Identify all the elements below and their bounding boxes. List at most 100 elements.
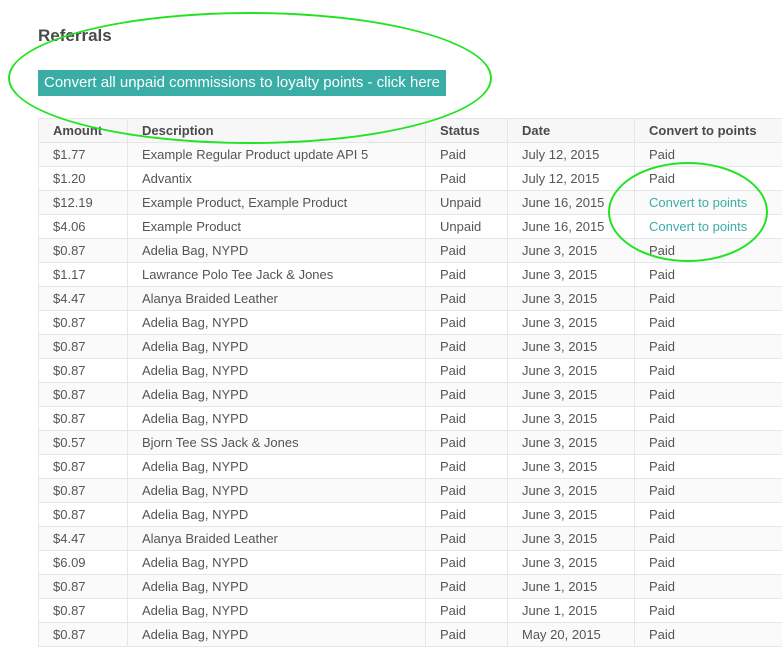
cell-description: Example Product	[127, 214, 426, 239]
table-row: $0.87 Adelia Bag, NYPD Paid June 3, 2015 Pai…	[38, 382, 782, 407]
table-row: $0.87 Adelia Bag, NYPD Paid June 3, 2015 Pai…	[38, 334, 782, 359]
cell-convert-to-points: Paid	[634, 310, 782, 335]
cell-amount: $1.20	[38, 166, 128, 191]
cell-date: July 12, 2015	[507, 166, 635, 191]
table-row: $0.87 Adelia Bag, NYPD Paid June 3, 2015 Pai…	[38, 478, 782, 503]
cell-status: Paid	[425, 166, 508, 191]
cell-convert-to-points: Paid	[634, 526, 782, 551]
cell-amount: $0.87	[38, 358, 128, 383]
cell-date: May 20, 2015	[507, 622, 635, 647]
table-row: $4.47 Alanya Braided Leather Paid June 3, 2…	[38, 526, 782, 551]
cell-date: June 3, 2015	[507, 454, 635, 479]
cell-convert-to-points[interactable]: Convert to points	[634, 190, 782, 215]
cell-date: June 3, 2015	[507, 238, 635, 263]
table-row: $0.57 Bjorn Tee SS Jack & Jones Paid June 3…	[38, 430, 782, 455]
cell-convert-to-points: Paid	[634, 622, 782, 647]
cell-status: Paid	[425, 142, 508, 167]
cell-amount: $0.87	[38, 502, 128, 527]
cell-status: Paid	[425, 550, 508, 575]
cell-description: Bjorn Tee SS Jack & Jones	[127, 430, 426, 455]
cell-convert-to-points: Paid	[634, 142, 782, 167]
cell-status: Paid	[425, 454, 508, 479]
cell-amount: $0.87	[38, 334, 128, 359]
cell-status: Paid	[425, 262, 508, 287]
cell-date: June 16, 2015	[507, 190, 635, 215]
cell-status: Paid	[425, 286, 508, 311]
cell-date: June 3, 2015	[507, 430, 635, 455]
cell-status: Paid	[425, 358, 508, 383]
cell-status: Paid	[425, 406, 508, 431]
cell-status: Paid	[425, 622, 508, 647]
cell-status: Paid	[425, 502, 508, 527]
cell-date: June 3, 2015	[507, 406, 635, 431]
cell-convert-to-points: Paid	[634, 478, 782, 503]
cell-convert-to-points[interactable]: Convert to points	[634, 214, 782, 239]
referrals-table: Amount Description Status Date Convert t…	[38, 118, 782, 647]
cell-convert-to-points: Paid	[634, 406, 782, 431]
cell-description: Adelia Bag, NYPD	[127, 622, 426, 647]
cell-convert-to-points: Paid	[634, 286, 782, 311]
cell-date: June 3, 2015	[507, 382, 635, 407]
cell-description: Adelia Bag, NYPD	[127, 334, 426, 359]
table-row: $0.87 Adelia Bag, NYPD Paid June 3, 2015 Pai…	[38, 238, 782, 263]
cell-amount: $12.19	[38, 190, 128, 215]
cell-description: Adelia Bag, NYPD	[127, 310, 426, 335]
cell-description: Adelia Bag, NYPD	[127, 358, 426, 383]
cell-date: June 1, 2015	[507, 574, 635, 599]
cell-date: June 3, 2015	[507, 334, 635, 359]
table-row: $0.87 Adelia Bag, NYPD Paid June 3, 2015 Pai…	[38, 406, 782, 431]
cell-date: June 3, 2015	[507, 286, 635, 311]
cell-date: June 3, 2015	[507, 502, 635, 527]
cell-amount: $0.87	[38, 310, 128, 335]
cell-description: Adelia Bag, NYPD	[127, 478, 426, 503]
cell-convert-to-points: Paid	[634, 334, 782, 359]
cell-description: Adelia Bag, NYPD	[127, 238, 426, 263]
cell-date: June 3, 2015	[507, 358, 635, 383]
table-row: $1.20 Advantix Paid July 12, 2015 Paid	[38, 166, 782, 191]
cell-amount: $6.09	[38, 550, 128, 575]
cell-status: Paid	[425, 478, 508, 503]
cell-date: June 16, 2015	[507, 214, 635, 239]
cell-date: June 3, 2015	[507, 262, 635, 287]
cell-status: Paid	[425, 238, 508, 263]
cell-date: June 3, 2015	[507, 478, 635, 503]
convert-to-points-link[interactable]: Convert to points	[649, 219, 747, 234]
cell-status: Paid	[425, 526, 508, 551]
cell-description: Example Product, Example Product	[127, 190, 426, 215]
cell-description: Adelia Bag, NYPD	[127, 382, 426, 407]
cell-date: June 3, 2015	[507, 550, 635, 575]
cell-convert-to-points: Paid	[634, 358, 782, 383]
table-row: $12.19 Example Product, Example Product Un…	[38, 190, 782, 215]
cell-description: Alanya Braided Leather	[127, 526, 426, 551]
cell-amount: $0.87	[38, 382, 128, 407]
table-header-row: Amount Description Status Date Convert t…	[38, 118, 782, 143]
convert-all-to-points-button[interactable]: Convert all unpaid commissions to loyalt…	[38, 70, 446, 96]
cell-description: Adelia Bag, NYPD	[127, 406, 426, 431]
table-row: $0.87 Adelia Bag, NYPD Paid June 1, 2015 Pai…	[38, 598, 782, 623]
cell-date: June 3, 2015	[507, 526, 635, 551]
table-row: $1.17 Lawrance Polo Tee Jack & Jones Paid J…	[38, 262, 782, 287]
cell-amount: $0.87	[38, 454, 128, 479]
table-row: $0.87 Adelia Bag, NYPD Paid June 3, 2015 Pai…	[38, 358, 782, 383]
cell-convert-to-points: Paid	[634, 262, 782, 287]
cell-amount: $4.47	[38, 526, 128, 551]
convert-to-points-link[interactable]: Convert to points	[649, 195, 747, 210]
cell-date: June 3, 2015	[507, 310, 635, 335]
cell-description: Alanya Braided Leather	[127, 286, 426, 311]
cell-convert-to-points: Paid	[634, 382, 782, 407]
header-status: Status	[425, 118, 508, 143]
cell-amount: $0.87	[38, 406, 128, 431]
cell-status: Paid	[425, 430, 508, 455]
cell-convert-to-points: Paid	[634, 454, 782, 479]
cell-convert-to-points: Paid	[634, 166, 782, 191]
table-row: $4.06 Example Product Unpaid June 16, 2015 C…	[38, 214, 782, 239]
cell-description: Lawrance Polo Tee Jack & Jones	[127, 262, 426, 287]
cell-status: Paid	[425, 310, 508, 335]
cell-amount: $0.57	[38, 430, 128, 455]
cell-description: Adelia Bag, NYPD	[127, 598, 426, 623]
cell-description: Advantix	[127, 166, 426, 191]
cell-description: Adelia Bag, NYPD	[127, 550, 426, 575]
cell-convert-to-points: Paid	[634, 430, 782, 455]
page-title: Referrals	[38, 26, 112, 45]
cell-amount: $0.87	[38, 622, 128, 647]
